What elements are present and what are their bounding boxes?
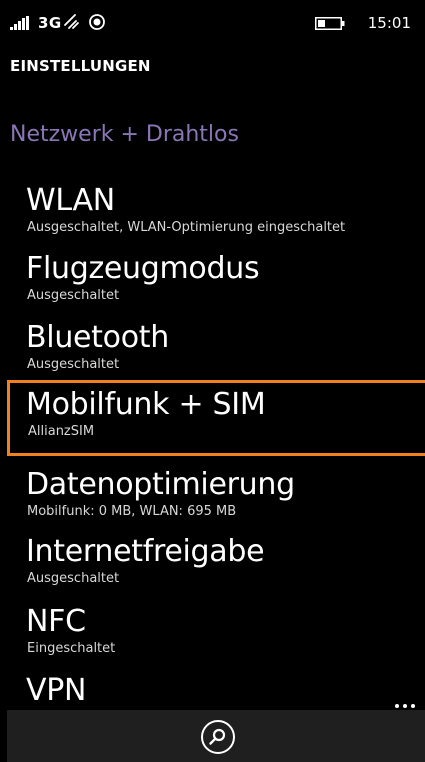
setting-label: VPN (26, 673, 87, 708)
setting-status: AllianzSIM (28, 424, 95, 439)
setting-label: Datenoptimierung (26, 467, 295, 502)
section-title: Netzwerk + Drahtlos (10, 122, 239, 147)
more-options-icon (395, 704, 399, 708)
setting-label: Internetfreigabe (26, 534, 265, 569)
setting-status: Ausgeschaltet (27, 357, 120, 372)
page-title: EINSTELLUNGEN (10, 57, 151, 75)
setting-label: WLAN (26, 183, 115, 218)
setting-item-mobilfunk-sim[interactable]: Mobilfunk + SIM AllianzSIM (7, 380, 425, 456)
signal-icon (10, 16, 29, 30)
setting-label: Mobilfunk + SIM (26, 387, 266, 422)
more-options-icon (403, 704, 407, 708)
search-icon (209, 728, 226, 745)
setting-status: Mobilfunk: 0 MB, WLAN: 695 MB (27, 504, 237, 519)
setting-status: Ausgeschaltet, WLAN-Optimierung eingesch… (27, 220, 346, 235)
setting-label: Bluetooth (26, 320, 169, 355)
setting-label: NFC (26, 604, 86, 639)
setting-label: Flugzeugmodus (26, 251, 260, 286)
more-options-button[interactable] (393, 698, 419, 714)
setting-item-datenoptimierung[interactable]: Datenoptimierung Mobilfunk: 0 MB, WLAN: … (0, 467, 425, 535)
setting-status: Ausgeschaltet (27, 571, 120, 586)
settings-screen: 3G 15:01 EINSTELLUNGEN Netzwerk + Drahtl… (0, 0, 425, 762)
battery-icon (315, 17, 345, 30)
setting-item-flugzeugmodus[interactable]: Flugzeugmodus Ausgeschaltet (0, 251, 425, 319)
network-type: 3G (38, 14, 62, 32)
setting-status: Eingeschaltet (27, 641, 116, 656)
setting-item-bluetooth[interactable]: Bluetooth Ausgeschaltet (0, 320, 425, 388)
setting-item-internetfreigabe[interactable]: Internetfreigabe Ausgeschaltet (0, 534, 425, 602)
app-bar (7, 704, 425, 762)
more-options-icon (411, 704, 415, 708)
data-transfer-icon (64, 14, 79, 29)
setting-item-wlan[interactable]: WLAN Ausgeschaltet, WLAN-Optimierung ein… (0, 183, 425, 251)
search-button[interactable] (201, 720, 235, 754)
status-bar: 3G 15:01 (0, 0, 425, 40)
clock: 15:01 (367, 14, 411, 32)
setting-item-nfc[interactable]: NFC Eingeschaltet (0, 604, 425, 672)
setting-status: Ausgeschaltet (27, 288, 120, 303)
location-icon (89, 14, 105, 30)
